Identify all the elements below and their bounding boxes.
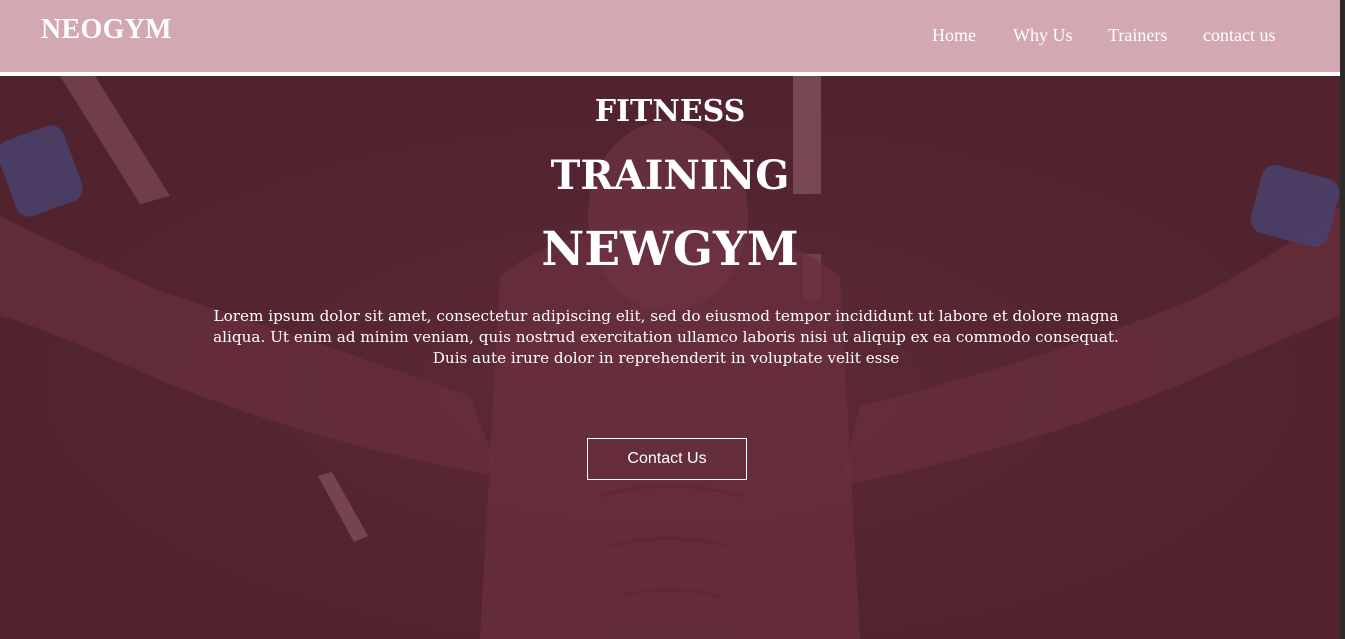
top-navbar: NEOGYM Home Why Us Trainers contact us	[0, 0, 1340, 72]
nav-link-home[interactable]: Home	[932, 25, 976, 46]
nav-link-trainers[interactable]: Trainers	[1108, 25, 1167, 46]
hero-description: Lorem ipsum dolor sit amet, consectetur …	[213, 307, 1119, 367]
hero-title-fitness: FITNESS	[594, 94, 746, 129]
nav-link-why-us[interactable]: Why Us	[1013, 25, 1073, 46]
hero-section: FITNESS TRAINING NEWGYM Lorem ipsum dolo…	[0, 76, 1340, 639]
main-nav: Home Why Us Trainers contact us	[0, 25, 1340, 49]
nav-link-contact[interactable]: contact us	[1203, 25, 1275, 46]
window-edge	[1340, 0, 1345, 639]
contact-us-button[interactable]: Contact Us	[587, 438, 747, 480]
hero-title-newgym: NEWGYM	[541, 222, 799, 277]
hero-title-training: TRAINING	[550, 152, 790, 199]
